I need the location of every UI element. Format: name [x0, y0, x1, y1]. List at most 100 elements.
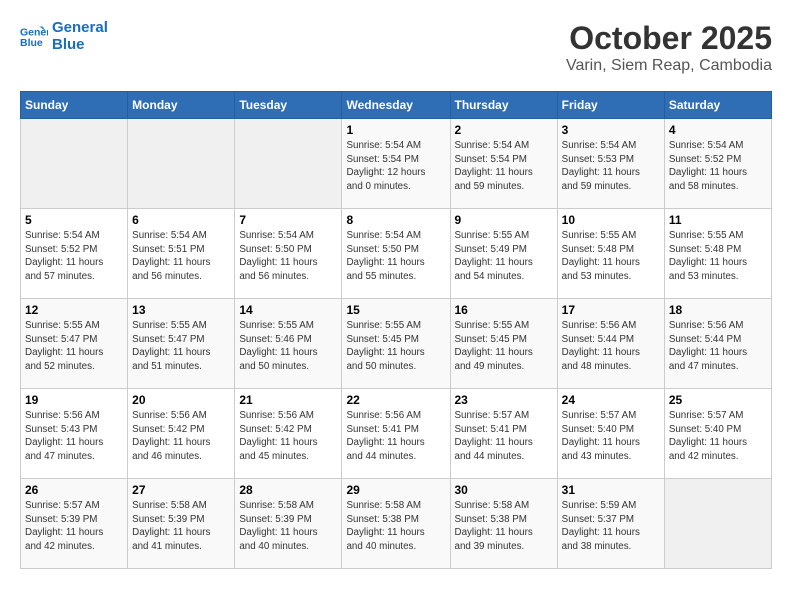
title-block: October 2025 Varin, Siem Reap, Cambodia — [566, 20, 772, 75]
day-info: Sunrise: 5:57 AM Sunset: 5:40 PM Dayligh… — [562, 409, 660, 464]
day-number: 21 — [239, 393, 337, 407]
weekday-header: Tuesday — [235, 92, 342, 119]
calendar-cell: 30 Sunrise: 5:58 AM Sunset: 5:38 PM Dayli… — [450, 479, 557, 569]
calendar-cell: 10Sunrise: 5:55 AM Sunset: 5:48 PM Dayli… — [557, 209, 664, 299]
logo-icon: General Blue — [20, 23, 48, 51]
day-number: 31 — [562, 483, 660, 497]
day-number: 19 — [25, 393, 123, 407]
calendar-cell — [235, 119, 342, 209]
calendar-table: SundayMondayTuesdayWednesdayThursdayFrid… — [20, 91, 772, 569]
calendar-cell: 19 Sunrise: 5:56 AM Sunset: 5:43 PM Dayli… — [21, 389, 128, 479]
day-number: 13 — [132, 303, 230, 317]
day-number: 8 — [346, 213, 445, 227]
day-info: Sunrise: 5:57 AM Sunset: 5:41 PM Dayligh… — [455, 409, 553, 464]
calendar-cell: 12 Sunrise: 5:55 AM Sunset: 5:47 PM Dayli… — [21, 299, 128, 389]
day-number: 27 — [132, 483, 230, 497]
day-info: Sunrise: 5:55 AM Sunset: 5:45 PM Dayligh… — [346, 319, 445, 374]
day-info: Sunrise: 5:55 AM Sunset: 5:46 PM Dayligh… — [239, 319, 337, 374]
day-info: Sunrise: 5:56 AM Sunset: 5:43 PM Dayligh… — [25, 409, 123, 464]
day-info: Sunrise: 5:59 AM Sunset: 5:37 PM Dayligh… — [562, 499, 660, 554]
day-info: Sunrise: 5:55 AM Sunset: 5:47 PM Dayligh… — [132, 319, 230, 374]
calendar-cell: 24 Sunrise: 5:57 AM Sunset: 5:40 PM Dayli… — [557, 389, 664, 479]
calendar-cell: 27 Sunrise: 5:58 AM Sunset: 5:39 PM Dayli… — [128, 479, 235, 569]
day-info: Sunrise: 5:54 AM Sunset: 5:52 PM Dayligh… — [25, 229, 123, 284]
day-info: Sunrise: 5:57 AM Sunset: 5:40 PM Dayligh… — [669, 409, 767, 464]
day-number: 3 — [562, 123, 660, 137]
calendar-cell: 13 Sunrise: 5:55 AM Sunset: 5:47 PM Dayli… — [128, 299, 235, 389]
calendar-cell — [664, 479, 771, 569]
calendar-cell: 4 Sunrise: 5:54 AM Sunset: 5:52 PM Daylig… — [664, 119, 771, 209]
weekday-header: Friday — [557, 92, 664, 119]
weekday-header: Saturday — [664, 92, 771, 119]
day-number: 4 — [669, 123, 767, 137]
calendar-cell: 9Sunrise: 5:55 AM Sunset: 5:49 PM Daylig… — [450, 209, 557, 299]
calendar-cell: 5Sunrise: 5:54 AM Sunset: 5:52 PM Daylig… — [21, 209, 128, 299]
calendar-subtitle: Varin, Siem Reap, Cambodia — [566, 57, 772, 75]
day-number: 26 — [25, 483, 123, 497]
day-info: Sunrise: 5:54 AM Sunset: 5:50 PM Dayligh… — [239, 229, 337, 284]
calendar-cell: 11 Sunrise: 5:55 AM Sunset: 5:48 PM Dayli… — [664, 209, 771, 299]
day-info: Sunrise: 5:54 AM Sunset: 5:50 PM Dayligh… — [346, 229, 445, 284]
day-info: Sunrise: 5:55 AM Sunset: 5:48 PM Dayligh… — [669, 229, 767, 284]
day-info: Sunrise: 5:54 AM Sunset: 5:53 PM Dayligh… — [562, 139, 660, 194]
day-number: 9 — [455, 213, 553, 227]
day-number: 12 — [25, 303, 123, 317]
calendar-cell: 16 Sunrise: 5:55 AM Sunset: 5:45 PM Dayli… — [450, 299, 557, 389]
day-info: Sunrise: 5:55 AM Sunset: 5:47 PM Dayligh… — [25, 319, 123, 374]
calendar-cell: 8 Sunrise: 5:54 AM Sunset: 5:50 PM Daylig… — [342, 209, 450, 299]
day-number: 23 — [455, 393, 553, 407]
calendar-cell: 17Sunrise: 5:56 AM Sunset: 5:44 PM Dayli… — [557, 299, 664, 389]
calendar-title: October 2025 — [566, 20, 772, 57]
calendar-cell: 21 Sunrise: 5:56 AM Sunset: 5:42 PM Dayli… — [235, 389, 342, 479]
logo: General Blue General Blue — [20, 20, 108, 53]
calendar-cell: 26 Sunrise: 5:57 AM Sunset: 5:39 PM Dayli… — [21, 479, 128, 569]
day-info: Sunrise: 5:57 AM Sunset: 5:39 PM Dayligh… — [25, 499, 123, 554]
calendar-cell: 1 Sunrise: 5:54 AM Sunset: 5:54 PM Daylig… — [342, 119, 450, 209]
calendar-cell — [128, 119, 235, 209]
page-header: General Blue General Blue October 2025 V… — [20, 20, 772, 75]
calendar-cell: 28 Sunrise: 5:58 AM Sunset: 5:39 PM Dayli… — [235, 479, 342, 569]
day-info: Sunrise: 5:58 AM Sunset: 5:38 PM Dayligh… — [455, 499, 553, 554]
day-number: 11 — [669, 213, 767, 227]
svg-text:Blue: Blue — [20, 36, 43, 48]
day-info: Sunrise: 5:56 AM Sunset: 5:42 PM Dayligh… — [132, 409, 230, 464]
day-info: Sunrise: 5:58 AM Sunset: 5:38 PM Dayligh… — [346, 499, 445, 554]
day-number: 2 — [455, 123, 553, 137]
calendar-cell: 18Sunrise: 5:56 AM Sunset: 5:44 PM Dayli… — [664, 299, 771, 389]
day-number: 28 — [239, 483, 337, 497]
day-number: 30 — [455, 483, 553, 497]
day-number: 17 — [562, 303, 660, 317]
day-info: Sunrise: 5:58 AM Sunset: 5:39 PM Dayligh… — [132, 499, 230, 554]
day-number: 15 — [346, 303, 445, 317]
day-number: 14 — [239, 303, 337, 317]
weekday-header: Wednesday — [342, 92, 450, 119]
calendar-cell: 25 Sunrise: 5:57 AM Sunset: 5:40 PM Dayli… — [664, 389, 771, 479]
weekday-header-row: SundayMondayTuesdayWednesdayThursdayFrid… — [21, 92, 772, 119]
calendar-cell: 15 Sunrise: 5:55 AM Sunset: 5:45 PM Dayli… — [342, 299, 450, 389]
day-info: Sunrise: 5:54 AM Sunset: 5:52 PM Dayligh… — [669, 139, 767, 194]
day-number: 1 — [346, 123, 445, 137]
calendar-week-row: 19 Sunrise: 5:56 AM Sunset: 5:43 PM Dayli… — [21, 389, 772, 479]
day-info: Sunrise: 5:55 AM Sunset: 5:48 PM Dayligh… — [562, 229, 660, 284]
calendar-cell: 3 Sunrise: 5:54 AM Sunset: 5:53 PM Daylig… — [557, 119, 664, 209]
day-info: Sunrise: 5:54 AM Sunset: 5:51 PM Dayligh… — [132, 229, 230, 284]
day-number: 7 — [239, 213, 337, 227]
day-info: Sunrise: 5:56 AM Sunset: 5:41 PM Dayligh… — [346, 409, 445, 464]
calendar-cell: 20 Sunrise: 5:56 AM Sunset: 5:42 PM Dayli… — [128, 389, 235, 479]
day-info: Sunrise: 5:56 AM Sunset: 5:42 PM Dayligh… — [239, 409, 337, 464]
day-number: 20 — [132, 393, 230, 407]
calendar-cell: 6 Sunrise: 5:54 AM Sunset: 5:51 PM Daylig… — [128, 209, 235, 299]
day-number: 16 — [455, 303, 553, 317]
weekday-header: Monday — [128, 92, 235, 119]
day-info: Sunrise: 5:54 AM Sunset: 5:54 PM Dayligh… — [346, 139, 445, 194]
day-number: 25 — [669, 393, 767, 407]
day-info: Sunrise: 5:56 AM Sunset: 5:44 PM Dayligh… — [669, 319, 767, 374]
day-number: 22 — [346, 393, 445, 407]
day-number: 24 — [562, 393, 660, 407]
logo-line2: Blue — [52, 37, 108, 54]
day-info: Sunrise: 5:55 AM Sunset: 5:45 PM Dayligh… — [455, 319, 553, 374]
day-info: Sunrise: 5:58 AM Sunset: 5:39 PM Dayligh… — [239, 499, 337, 554]
day-number: 6 — [132, 213, 230, 227]
calendar-cell: 7 Sunrise: 5:54 AM Sunset: 5:50 PM Daylig… — [235, 209, 342, 299]
calendar-cell: 14 Sunrise: 5:55 AM Sunset: 5:46 PM Dayli… — [235, 299, 342, 389]
